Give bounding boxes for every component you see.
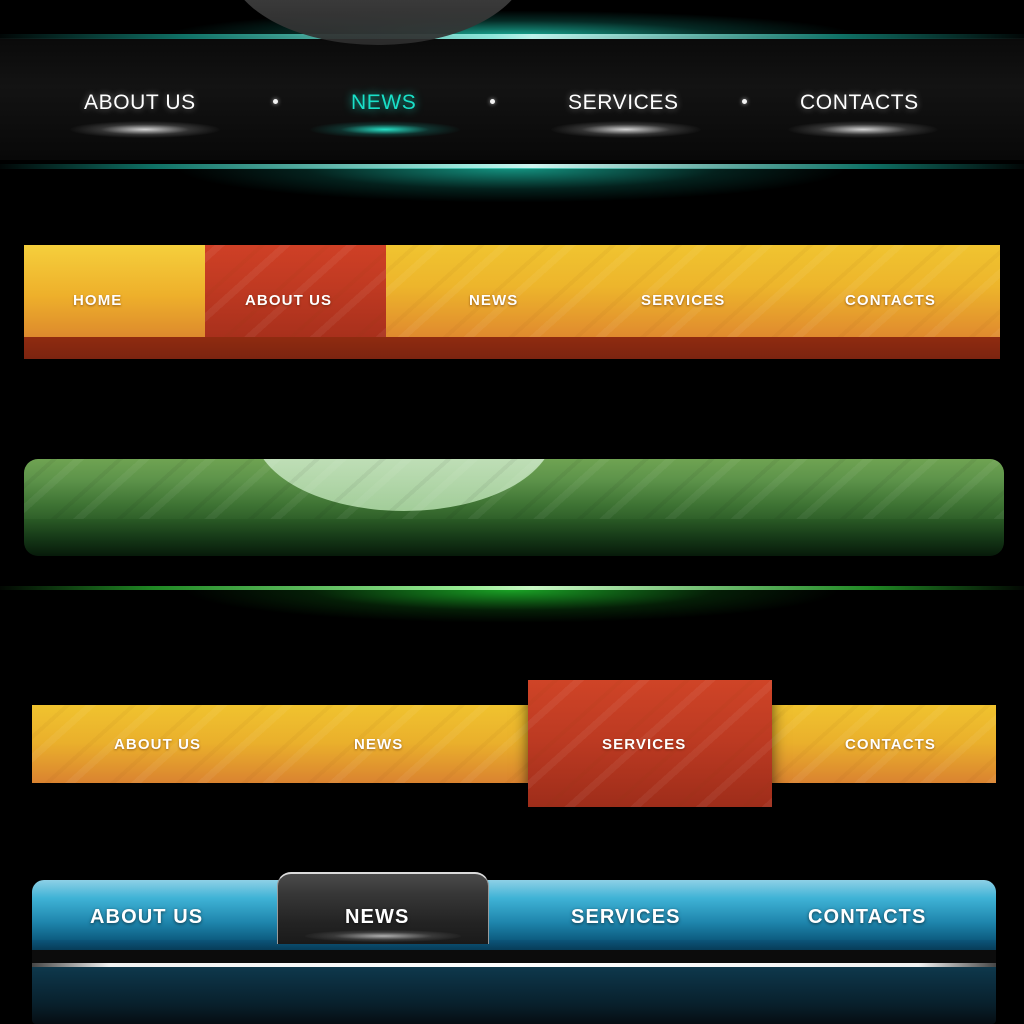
nav-item-services[interactable]: SERVICES xyxy=(602,736,686,753)
home-tab-highlight xyxy=(24,245,205,337)
nav-item-news[interactable]: NEWS xyxy=(469,292,518,309)
nav-item-contacts[interactable]: CONTACTS xyxy=(845,736,936,753)
navigation-template-sheet: ABOUT US NEWS SERVICES CONTACTS HOME ABO… xyxy=(0,0,1024,1024)
nav-bar-dark-teal: ABOUT US NEWS SERVICES CONTACTS xyxy=(0,0,1024,210)
nav-bar-green-lower xyxy=(24,519,1004,556)
nav-item-contacts[interactable]: CONTACTS xyxy=(800,91,919,115)
separator-dot xyxy=(273,99,278,104)
teal-bottom-glow xyxy=(0,168,1024,210)
blue-reflection-panel xyxy=(32,967,996,1024)
teal-top-glow xyxy=(0,0,1024,36)
nav-item-services[interactable]: SERVICES xyxy=(568,91,679,115)
nav-item-news[interactable]: NEWS xyxy=(345,906,409,929)
nav-bar-green-body xyxy=(24,459,1004,519)
item-reflection-glow-active xyxy=(310,121,460,138)
active-tab-about-us[interactable] xyxy=(205,245,386,337)
nav-bar-blue-glass xyxy=(0,872,1024,1024)
nav-bar-blue-footer xyxy=(32,940,996,950)
nav-bar-orange-footer-strip xyxy=(24,337,1000,359)
separator-dot xyxy=(490,99,495,104)
separator-dot xyxy=(742,99,747,104)
tab-reflection-glow xyxy=(305,930,461,942)
nav-bar-green-glossy: ABOUT US NEWS SERVICES CONTACTS xyxy=(0,440,1024,625)
nav-bar-blue-gap xyxy=(32,950,996,963)
nav-item-contacts[interactable]: CONTACTS xyxy=(845,292,936,309)
nav-item-services[interactable]: SERVICES xyxy=(641,292,725,309)
nav-item-about-us[interactable]: ABOUT US xyxy=(245,292,332,309)
nav-item-about-us[interactable]: ABOUT US xyxy=(84,91,196,115)
item-reflection-glow xyxy=(70,121,220,138)
green-bottom-glow xyxy=(0,590,1024,625)
nav-item-home[interactable]: HOME xyxy=(73,292,122,309)
lens-highlight-shape xyxy=(254,459,554,511)
watermark-pattern xyxy=(205,245,386,337)
nav-item-about-us[interactable]: ABOUT US xyxy=(114,736,201,753)
nav-item-contacts[interactable]: CONTACTS xyxy=(808,906,926,929)
nav-item-news[interactable]: NEWS xyxy=(354,736,403,753)
nav-item-about-us[interactable]: ABOUT US xyxy=(90,906,203,929)
item-reflection-glow xyxy=(551,121,701,138)
nav-item-news[interactable]: NEWS xyxy=(351,91,416,115)
item-reflection-glow xyxy=(788,121,938,138)
teal-top-divider-line xyxy=(0,34,1024,39)
nav-item-services[interactable]: SERVICES xyxy=(571,906,681,929)
